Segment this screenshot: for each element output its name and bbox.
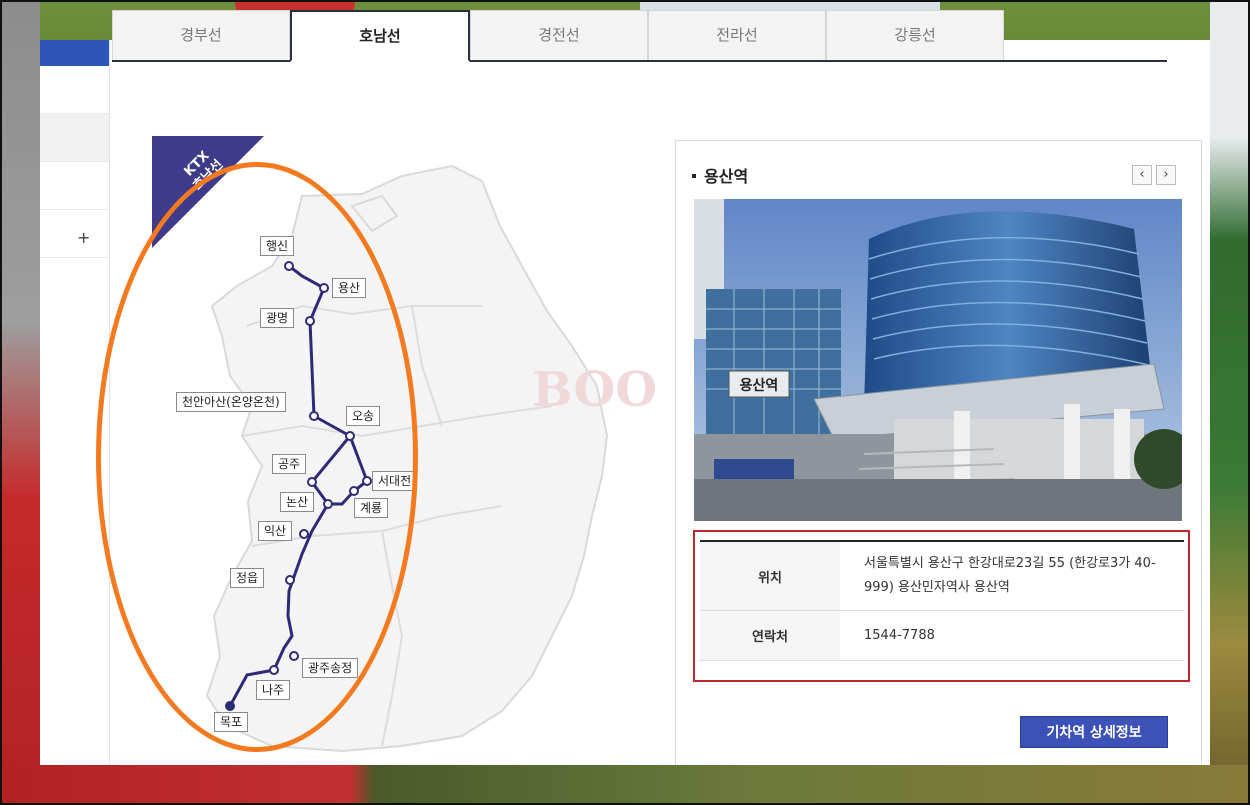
station-detail-button[interactable]: 기차역 상세정보: [1020, 716, 1168, 748]
station-photo: 용산역: [694, 199, 1182, 521]
station-dot-haengsin: [284, 261, 294, 271]
station-label-naju[interactable]: 나주: [256, 680, 291, 700]
background-right-strip: [1210, 0, 1250, 805]
station-info-table: 위치 서울특별시 용산구 한강대로23길 55 (한강로3가 40-999) 용…: [700, 540, 1184, 661]
station-dot-gwangjusongjeong: [289, 651, 299, 661]
photo-station-sign: 용산역: [740, 377, 779, 394]
korea-map-svg: BOO: [152, 136, 657, 753]
tab-honam[interactable]: 호남선: [290, 10, 470, 62]
station-name: 용산역: [704, 167, 749, 186]
route-map: BOO KTX 호남선 행신 용산 광명 천안아산(온양온천) 오송 공주 서대…: [152, 136, 657, 766]
station-label-jeongeup[interactable]: 정읍: [230, 568, 265, 588]
tab-gyeongjeon[interactable]: 경전선: [470, 10, 648, 60]
station-label-seodaejeon[interactable]: 서대전: [372, 471, 418, 491]
station-label-osong[interactable]: 오송: [346, 406, 381, 426]
left-nav-item[interactable]: [40, 66, 109, 114]
station-label-gyeryong[interactable]: 계룡: [354, 498, 389, 518]
station-label-gwangjusongjeong[interactable]: 광주송정: [302, 658, 359, 678]
station-dot-gyeryong: [349, 486, 359, 496]
location-label: 위치: [700, 541, 840, 611]
left-navigation: +: [40, 40, 110, 765]
contact-value: 1544-7788: [840, 610, 1184, 661]
expand-plus-icon[interactable]: +: [77, 228, 90, 247]
table-row: 위치 서울특별시 용산구 한강대로23길 55 (한강로3가 40-999) 용…: [700, 541, 1184, 611]
location-value: 서울특별시 용산구 한강대로23길 55 (한강로3가 40-999) 용산민자…: [840, 541, 1184, 611]
station-label-mokpo[interactable]: 목포: [214, 712, 249, 732]
station-photo-drawing: 용산역: [694, 199, 1182, 521]
next-station-button[interactable]: ›: [1156, 165, 1176, 185]
station-label-gwangmyeong[interactable]: 광명: [260, 308, 295, 328]
prev-station-button[interactable]: ‹: [1132, 165, 1152, 185]
tab-gyeongbu[interactable]: 경부선: [112, 10, 290, 60]
station-dot-naju: [269, 665, 279, 675]
tab-jeolla[interactable]: 전라선: [648, 10, 826, 60]
station-label-iksan[interactable]: 익산: [258, 521, 293, 541]
station-label-gongju[interactable]: 공주: [272, 454, 307, 474]
station-title: 용산역: [692, 163, 748, 187]
station-dot-yongsan: [319, 283, 329, 293]
contact-label: 연락처: [700, 610, 840, 661]
left-nav-item[interactable]: [40, 210, 109, 258]
left-nav-header-bar: [40, 40, 109, 66]
station-dot-cheonan: [309, 411, 319, 421]
station-dot-iksan: [299, 529, 309, 539]
left-nav-item[interactable]: [40, 162, 109, 210]
watermark-text: BOO: [532, 362, 657, 418]
station-dot-gwangmyeong: [305, 316, 315, 326]
station-dot-osong: [345, 431, 355, 441]
background-left-strip: [0, 0, 40, 805]
table-row: 연락처 1544-7788: [700, 610, 1184, 661]
tab-gangneung[interactable]: 강릉선: [826, 10, 1004, 60]
station-dot-seodaejeon: [362, 476, 372, 486]
station-label-haengsin[interactable]: 행신: [260, 236, 295, 256]
station-label-cheonan[interactable]: 천안아산(온양온천): [176, 392, 286, 412]
station-label-nonsan[interactable]: 논산: [280, 492, 315, 512]
station-label-yongsan[interactable]: 용산: [332, 278, 367, 298]
left-nav-item[interactable]: [40, 114, 109, 162]
station-dot-mokpo: [225, 701, 235, 711]
station-dot-jeongeup: [285, 575, 295, 585]
line-tabs: 경부선 호남선 경전선 전라선 강릉선: [112, 10, 1167, 62]
bullet-icon: [692, 173, 696, 178]
background-bottom-strip: [0, 765, 1250, 805]
station-dot-nonsan: [323, 499, 333, 509]
station-dot-gongju: [307, 477, 317, 487]
